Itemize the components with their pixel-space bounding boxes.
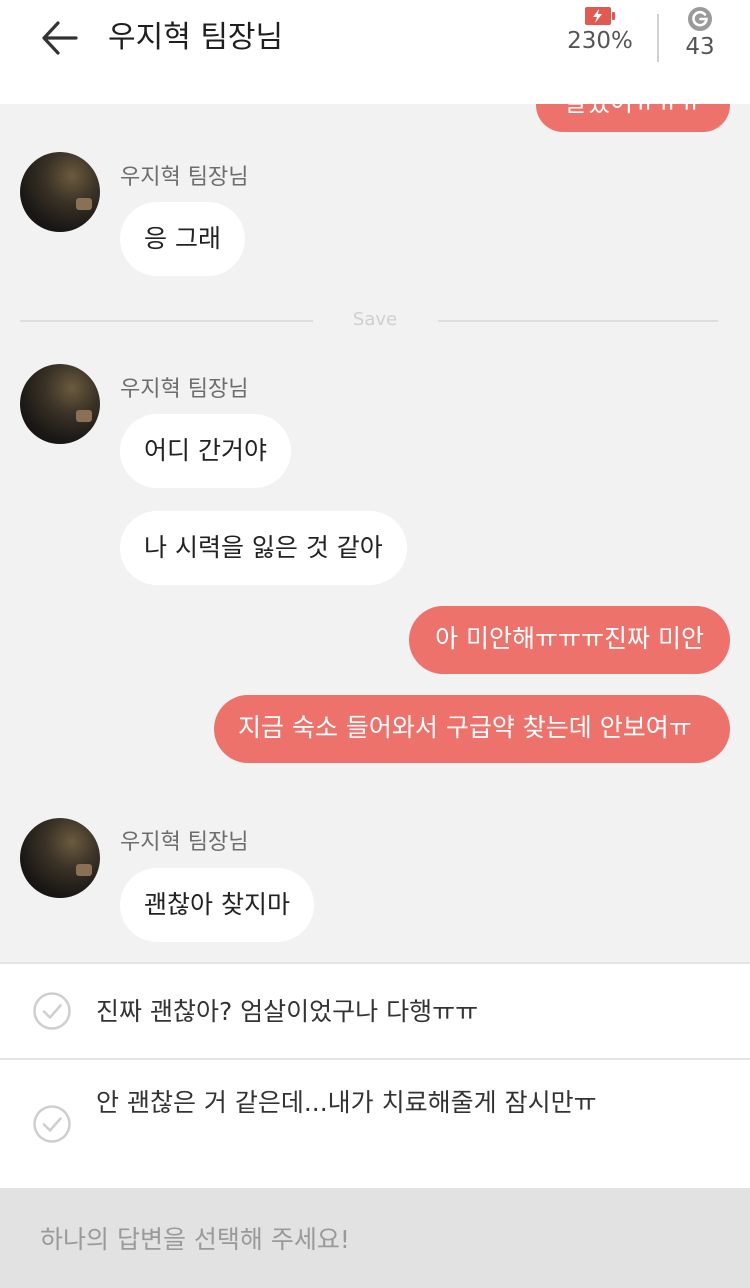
- coin-g-icon: [688, 7, 712, 31]
- header-divider: [657, 14, 659, 62]
- battery-charging-icon: [585, 7, 615, 25]
- reply-choices: 진짜 괜찮아? 엄살이었구나 다행ㅠㅠ 안 괜찮은 거 같은데...내가 치료해…: [0, 962, 750, 1188]
- check-circle-icon: [33, 992, 71, 1030]
- reply-prompt-text: 하나의 답변을 선택해 주세요!: [40, 1225, 350, 1254]
- reply-choice-text: 안 괜찮은 거 같은데...내가 치료해줄게 잠시만ㅠ: [96, 1088, 597, 1117]
- sender-name: 우지혁 팀장님: [120, 830, 249, 855]
- reply-prompt-bar: 하나의 답변을 선택해 주세요!: [0, 1188, 750, 1288]
- message-text: 지금 숙소 들어와서 구급약 찾는데 안보여ㅠ: [238, 713, 692, 742]
- sender-name: 우지혁 팀장님: [120, 377, 249, 402]
- chat-area[interactable]: 알겠어ㅠㅠㅠ 우지혁 팀장님 응 그래 Save 우지혁 팀장님 어디 간거야 …: [0, 104, 750, 962]
- message-text: 괜찮아 찾지마: [144, 890, 290, 919]
- message-text: 어디 간거야: [144, 436, 267, 465]
- reply-choice-1[interactable]: 진짜 괜찮아? 엄살이었구나 다행ㅠㅠ: [0, 962, 750, 1058]
- avatar[interactable]: [20, 818, 100, 898]
- message-incoming: 응 그래: [120, 202, 245, 276]
- message-outgoing: 알겠어ㅠㅠㅠ: [535, 104, 730, 132]
- battery-value: 230%: [567, 28, 633, 54]
- reply-choice-2[interactable]: 안 괜찮은 거 같은데...내가 치료해줄게 잠시만ㅠ: [0, 1058, 750, 1188]
- message-incoming: 어디 간거야: [120, 414, 291, 488]
- coin-value: 43: [685, 34, 715, 60]
- message-text: 응 그래: [144, 224, 221, 253]
- message-outgoing: 아 미안해ㅠㅠㅠ진짜 미안: [409, 606, 730, 674]
- save-divider-label: Save: [352, 309, 398, 330]
- message-text: 알겠어ㅠㅠㅠ: [564, 104, 702, 117]
- message-text: 아 미안해ㅠㅠㅠ진짜 미안: [435, 624, 704, 653]
- message-incoming: 괜찮아 찾지마: [120, 868, 314, 942]
- reply-choice-text: 진짜 괜찮아? 엄살이었구나 다행ㅠㅠ: [96, 997, 479, 1026]
- top-bar: 우지혁 팀장님 230% 43: [0, 0, 750, 104]
- message-outgoing: 지금 숙소 들어와서 구급약 찾는데 안보여ㅠ: [214, 695, 730, 763]
- back-button[interactable]: [34, 18, 88, 58]
- avatar[interactable]: [20, 152, 100, 232]
- avatar[interactable]: [20, 364, 100, 444]
- sender-name: 우지혁 팀장님: [120, 165, 249, 190]
- message-text: 나 시력을 잃은 것 같아: [144, 533, 383, 562]
- arrow-left-icon: [42, 21, 78, 55]
- coin-stat: 43: [672, 6, 728, 60]
- battery-stat: 230%: [556, 6, 644, 54]
- check-circle-icon: [33, 1105, 71, 1143]
- message-incoming: 나 시력을 잃은 것 같아: [120, 511, 407, 585]
- chat-title: 우지혁 팀장님: [108, 20, 284, 55]
